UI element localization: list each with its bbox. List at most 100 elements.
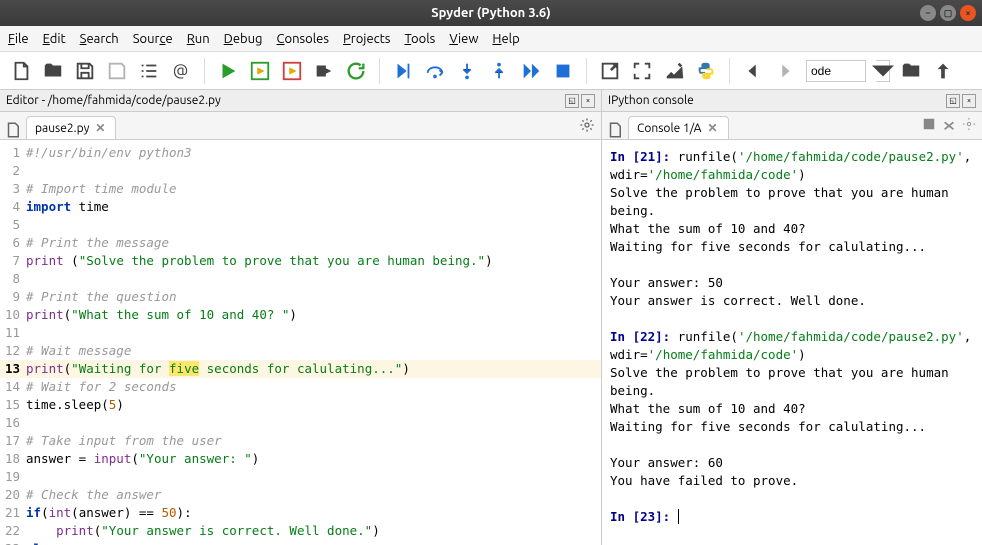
console-output-line <box>610 256 974 274</box>
continue-icon[interactable] <box>520 60 542 82</box>
menu-bar: File Edit Search Source Run Debug Consol… <box>0 26 982 52</box>
code-line[interactable]: 5 <box>0 216 601 234</box>
menu-debug[interactable]: Debug <box>224 32 263 46</box>
window-title: Spyder (Python 3.6) <box>431 6 550 20</box>
console-pane: IPython console ◱ × Console 1/A ✕ In [21… <box>602 90 982 545</box>
menu-help[interactable]: Help <box>492 32 519 46</box>
code-line[interactable]: 1#!/usr/bin/env python3 <box>0 144 601 162</box>
working-dir-dropdown[interactable] <box>876 60 890 82</box>
code-line[interactable]: 15time.sleep(5) <box>0 396 601 414</box>
code-line[interactable]: 18answer = input("Your answer: ") <box>0 450 601 468</box>
code-line[interactable]: 23else: <box>0 540 601 545</box>
save-all-icon[interactable] <box>106 60 128 82</box>
menu-view[interactable]: View <box>449 32 478 46</box>
menu-source[interactable]: Source <box>133 32 173 46</box>
console-close-button[interactable]: × <box>962 94 976 108</box>
minimize-button[interactable]: – <box>920 5 936 21</box>
console-prompt[interactable]: In [23]: <box>610 508 974 526</box>
console-undock-button[interactable]: ◱ <box>946 94 960 108</box>
maximize-button[interactable]: ▢ <box>940 5 956 21</box>
new-file-icon[interactable] <box>10 60 32 82</box>
code-line[interactable]: 19 <box>0 468 601 486</box>
rerun-icon[interactable] <box>345 60 367 82</box>
save-icon[interactable] <box>74 60 96 82</box>
forward-icon[interactable] <box>774 60 796 82</box>
console-output-line: Solve the problem to prove that you are … <box>610 364 974 400</box>
menu-run[interactable]: Run <box>187 32 210 46</box>
ipython-console[interactable]: In [21]: runfile('/home/fahmida/code/pau… <box>602 140 982 545</box>
code-line[interactable]: 13print("Waiting for five seconds for ca… <box>0 360 601 378</box>
editor-tab-label: pause2.py <box>35 122 89 135</box>
working-dir-input[interactable] <box>806 60 866 82</box>
editor-options-icon[interactable] <box>579 117 595 133</box>
editor-tab-close-icon[interactable]: ✕ <box>95 121 105 135</box>
code-line[interactable]: 17# Take input from the user <box>0 432 601 450</box>
line-number: 15 <box>0 396 26 414</box>
step-out-icon[interactable] <box>488 60 510 82</box>
code-line[interactable]: 22 print("Your answer is correct. Well d… <box>0 522 601 540</box>
preferences-icon[interactable] <box>663 60 685 82</box>
python-icon[interactable] <box>695 60 717 82</box>
line-number: 6 <box>0 234 26 252</box>
editor-close-button[interactable]: × <box>581 94 595 108</box>
code-line[interactable]: 4import time <box>0 198 601 216</box>
console-pane-title: IPython console <box>608 94 694 107</box>
parent-dir-icon[interactable] <box>932 60 954 82</box>
run-icon[interactable] <box>217 60 239 82</box>
menu-search[interactable]: Search <box>80 32 119 46</box>
console-stop-icon[interactable] <box>922 117 936 131</box>
console-list-icon[interactable] <box>606 121 624 139</box>
fullscreen-icon[interactable] <box>631 60 653 82</box>
code-line[interactable]: 20# Check the answer <box>0 486 601 504</box>
browse-folder-icon[interactable] <box>900 60 922 82</box>
line-number: 19 <box>0 468 26 486</box>
menu-projects[interactable]: Projects <box>343 32 390 46</box>
line-number: 2 <box>0 162 26 180</box>
line-number: 1 <box>0 144 26 162</box>
list-icon[interactable] <box>138 60 160 82</box>
stop-icon[interactable] <box>552 60 574 82</box>
console-output-line: You have failed to prove. <box>610 472 974 490</box>
step-over-icon[interactable] <box>424 60 446 82</box>
line-number: 5 <box>0 216 26 234</box>
code-line[interactable]: 9# Print the question <box>0 288 601 306</box>
code-line[interactable]: 2 <box>0 162 601 180</box>
back-icon[interactable] <box>742 60 764 82</box>
console-tab-close-icon[interactable]: ✕ <box>707 121 717 135</box>
run-cell-advance-icon[interactable] <box>281 60 303 82</box>
code-line[interactable]: 3# Import time module <box>0 180 601 198</box>
menu-file[interactable]: File <box>8 32 29 46</box>
editor-undock-button[interactable]: ◱ <box>565 94 579 108</box>
run-cell-icon[interactable] <box>249 60 271 82</box>
code-line[interactable]: 12# Wait message <box>0 342 601 360</box>
code-line[interactable]: 21if(int(answer) == 50): <box>0 504 601 522</box>
editor-pane: Editor - /home/fahmida/code/pause2.py ◱ … <box>0 90 602 545</box>
code-line[interactable]: 14# Wait for 2 seconds <box>0 378 601 396</box>
code-line[interactable]: 8 <box>0 270 601 288</box>
debug-run-icon[interactable] <box>392 60 414 82</box>
console-clear-icon[interactable] <box>942 117 956 131</box>
console-output-line: Waiting for five seconds for calulating.… <box>610 418 974 436</box>
console-options-icon[interactable] <box>962 117 976 131</box>
code-line[interactable]: 7print ("Solve the problem to prove that… <box>0 252 601 270</box>
menu-tools[interactable]: Tools <box>404 32 435 46</box>
console-tab[interactable]: Console 1/A ✕ <box>628 116 729 139</box>
at-icon[interactable]: @ <box>170 60 192 82</box>
run-selection-icon[interactable] <box>313 60 335 82</box>
maximize-pane-icon[interactable] <box>599 60 621 82</box>
menu-edit[interactable]: Edit <box>43 32 66 46</box>
file-browser-icon[interactable] <box>4 121 22 139</box>
close-button[interactable]: × <box>960 5 976 21</box>
code-editor[interactable]: 1#!/usr/bin/env python323# Import time m… <box>0 140 601 545</box>
line-number: 11 <box>0 324 26 342</box>
code-line[interactable]: 10print("What the sum of 10 and 40? ") <box>0 306 601 324</box>
step-into-icon[interactable] <box>456 60 478 82</box>
menu-consoles[interactable]: Consoles <box>277 32 329 46</box>
code-line[interactable]: 11 <box>0 324 601 342</box>
line-number: 8 <box>0 270 26 288</box>
open-file-icon[interactable] <box>42 60 64 82</box>
editor-tab[interactable]: pause2.py ✕ <box>26 116 116 139</box>
code-line[interactable]: 6# Print the message <box>0 234 601 252</box>
editor-tabbar: pause2.py ✕ <box>0 112 601 140</box>
code-line[interactable]: 16 <box>0 414 601 432</box>
